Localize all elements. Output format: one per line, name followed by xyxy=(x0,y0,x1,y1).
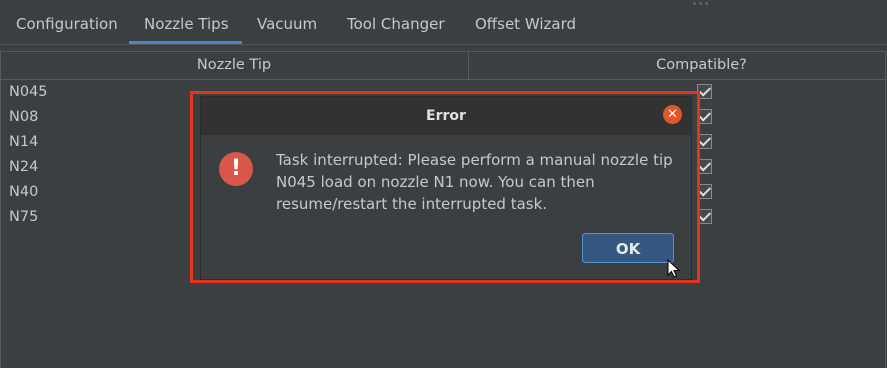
table-row-tip[interactable]: N75 xyxy=(9,209,38,225)
tab-offset-wizard[interactable]: Offset Wizard xyxy=(475,12,576,36)
table-row-tip[interactable]: N24 xyxy=(9,159,38,175)
more-icon: ··· xyxy=(692,0,711,13)
table-border xyxy=(0,51,1,368)
table-border xyxy=(885,51,886,368)
tab-configuration[interactable]: Configuration xyxy=(16,12,118,36)
table-row-tip[interactable]: N045 xyxy=(9,84,48,100)
tab-bar: Configuration Nozzle Tips Vacuum Tool Ch… xyxy=(0,0,887,44)
tab-nozzle-tips[interactable]: Nozzle Tips xyxy=(144,12,229,36)
table-row-tip[interactable]: N40 xyxy=(9,184,38,200)
table-row-tip[interactable]: N08 xyxy=(9,109,38,125)
tab-tool-changer[interactable]: Tool Changer xyxy=(347,12,445,36)
column-header-compatible[interactable]: Compatible? xyxy=(469,52,887,79)
mouse-cursor-icon xyxy=(667,259,681,278)
table-row-tip[interactable]: N14 xyxy=(9,134,38,150)
table-header: Nozzle Tip Compatible? xyxy=(0,51,885,80)
highlight-annotation xyxy=(190,91,700,283)
column-header-nozzle-tip[interactable]: Nozzle Tip xyxy=(0,52,468,79)
tab-vacuum[interactable]: Vacuum xyxy=(257,12,317,36)
divider xyxy=(0,44,887,45)
